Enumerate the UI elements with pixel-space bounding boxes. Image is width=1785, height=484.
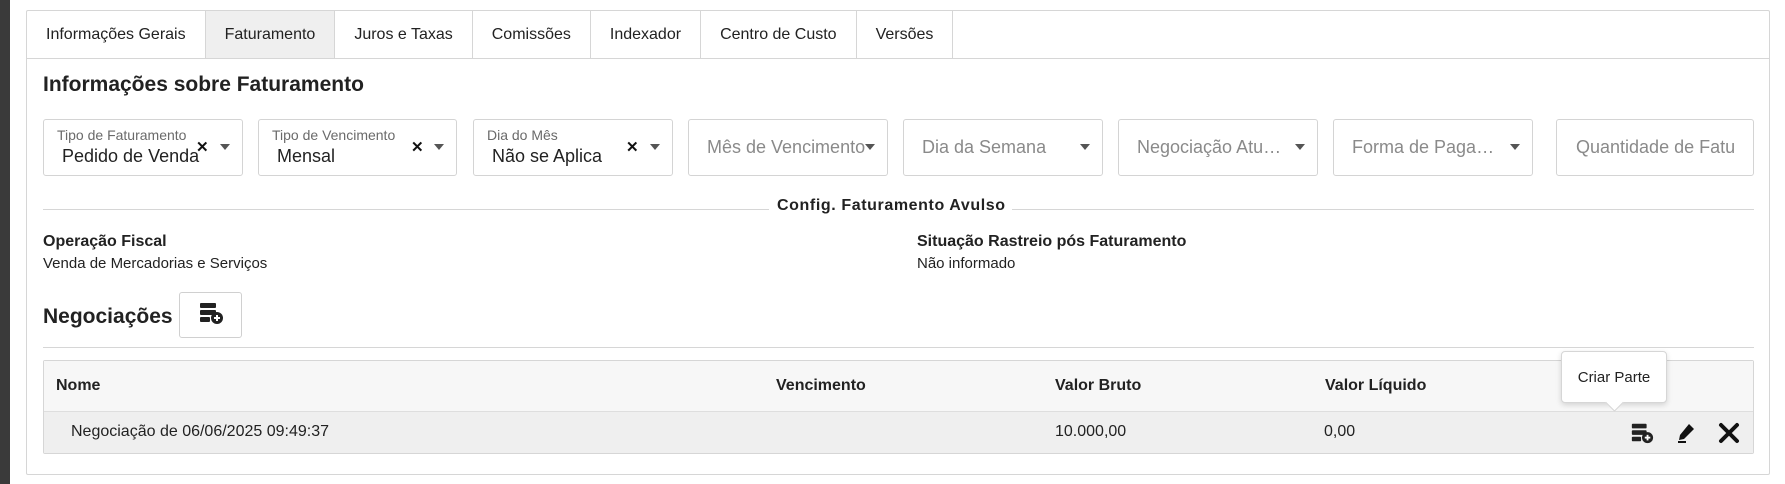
operacao-fiscal-label: Operação Fiscal — [43, 233, 167, 250]
delete-icon[interactable] — [1714, 418, 1744, 448]
field-placeholder: Negociação Atu… — [1137, 137, 1282, 157]
tab-informacoes-gerais[interactable]: Informações Gerais — [27, 11, 206, 58]
table-row[interactable]: Negociação de 06/06/2025 09:49:37 10.000… — [44, 412, 1753, 453]
divider-line — [43, 347, 1754, 348]
field-value: Mensal — [277, 146, 336, 166]
field-placeholder: Quantidade de Fatu — [1576, 137, 1736, 157]
billing-panel: Informações Gerais Faturamento Juros e T… — [26, 10, 1770, 475]
field-label: Tipo de Vencimento — [272, 127, 396, 143]
column-header-vencimento[interactable]: Vencimento — [776, 377, 866, 395]
config-section-title: Config. Faturamento Avulso — [777, 197, 1006, 214]
quantidade-faturas-input[interactable]: Quantidade de Fatu — [1556, 119, 1754, 176]
tooltip-criar-parte: Criar Parte — [1561, 351, 1667, 403]
column-header-nome[interactable]: Nome — [56, 377, 100, 395]
chevron-down-icon[interactable] — [1510, 144, 1520, 150]
divider-line — [1012, 209, 1754, 210]
chevron-down-icon[interactable] — [220, 144, 230, 150]
dia-mes-select[interactable]: Dia do Mês Não se Aplica ✕ — [473, 119, 673, 176]
negociacoes-table: Nome Vencimento Valor Bruto Valor Líquid… — [43, 360, 1754, 454]
tipo-vencimento-select[interactable]: Tipo de Vencimento Mensal ✕ — [258, 119, 457, 176]
column-header-valor-bruto[interactable]: Valor Bruto — [1055, 377, 1141, 395]
negociacoes-title: Negociações — [43, 305, 173, 328]
tab-centro-custo[interactable]: Centro de Custo — [701, 11, 857, 58]
add-negociacao-button[interactable] — [179, 292, 242, 338]
tipo-faturamento-select[interactable]: Tipo de Faturamento Pedido de Venda ✕ — [43, 119, 243, 176]
chevron-down-icon[interactable] — [650, 144, 660, 150]
situacao-rastreio-value: Não informado — [917, 255, 1016, 272]
field-value: Não se Aplica — [492, 146, 603, 166]
section-title: Informações sobre Faturamento — [43, 73, 364, 96]
table-header: Nome Vencimento Valor Bruto Valor Líquid… — [44, 361, 1753, 412]
field-label: Dia do Mês — [487, 127, 558, 143]
divider-line — [43, 209, 769, 210]
field-value: Pedido de Venda — [62, 146, 200, 166]
chevron-down-icon[interactable] — [1295, 144, 1305, 150]
create-part-icon[interactable] — [1627, 418, 1657, 448]
chevron-down-icon[interactable] — [865, 144, 875, 150]
row-nome: Negociação de 06/06/2025 09:49:37 — [71, 423, 329, 440]
tab-versoes[interactable]: Versões — [857, 11, 954, 58]
operacao-fiscal-value: Venda de Mercadorias e Serviços — [43, 255, 268, 272]
window-left-edge — [0, 0, 10, 484]
clear-icon[interactable]: ✕ — [196, 138, 209, 156]
situacao-rastreio-label: Situação Rastreio pós Faturamento — [917, 233, 1187, 250]
field-placeholder: Forma de Paga… — [1352, 137, 1495, 157]
chevron-down-icon[interactable] — [1080, 144, 1090, 150]
edit-icon[interactable] — [1671, 418, 1701, 448]
negociacao-atual-select[interactable]: Negociação Atu… — [1118, 119, 1318, 176]
column-header-valor-liquido[interactable]: Valor Líquido — [1325, 377, 1426, 395]
chevron-down-icon[interactable] — [434, 144, 444, 150]
clear-icon[interactable]: ✕ — [411, 138, 424, 156]
row-valor-liquido: 0,00 — [1324, 423, 1356, 440]
dia-semana-select[interactable]: Dia da Semana — [903, 119, 1103, 176]
forma-pagamento-select[interactable]: Forma de Paga… — [1333, 119, 1533, 176]
field-placeholder: Mês de Vencimento — [707, 137, 866, 157]
tab-bar: Informações Gerais Faturamento Juros e T… — [27, 11, 1769, 59]
field-label: Tipo de Faturamento — [57, 127, 187, 143]
tab-juros-taxas[interactable]: Juros e Taxas — [335, 11, 473, 58]
add-record-icon — [198, 301, 224, 330]
mes-vencimento-select[interactable]: Mês de Vencimento — [688, 119, 888, 176]
tab-comissoes[interactable]: Comissões — [473, 11, 591, 58]
field-placeholder: Dia da Semana — [922, 137, 1047, 157]
clear-icon[interactable]: ✕ — [626, 138, 639, 156]
tab-indexador[interactable]: Indexador — [591, 11, 702, 58]
row-valor-bruto: 10.000,00 — [1055, 423, 1127, 440]
tab-faturamento[interactable]: Faturamento — [205, 11, 336, 58]
